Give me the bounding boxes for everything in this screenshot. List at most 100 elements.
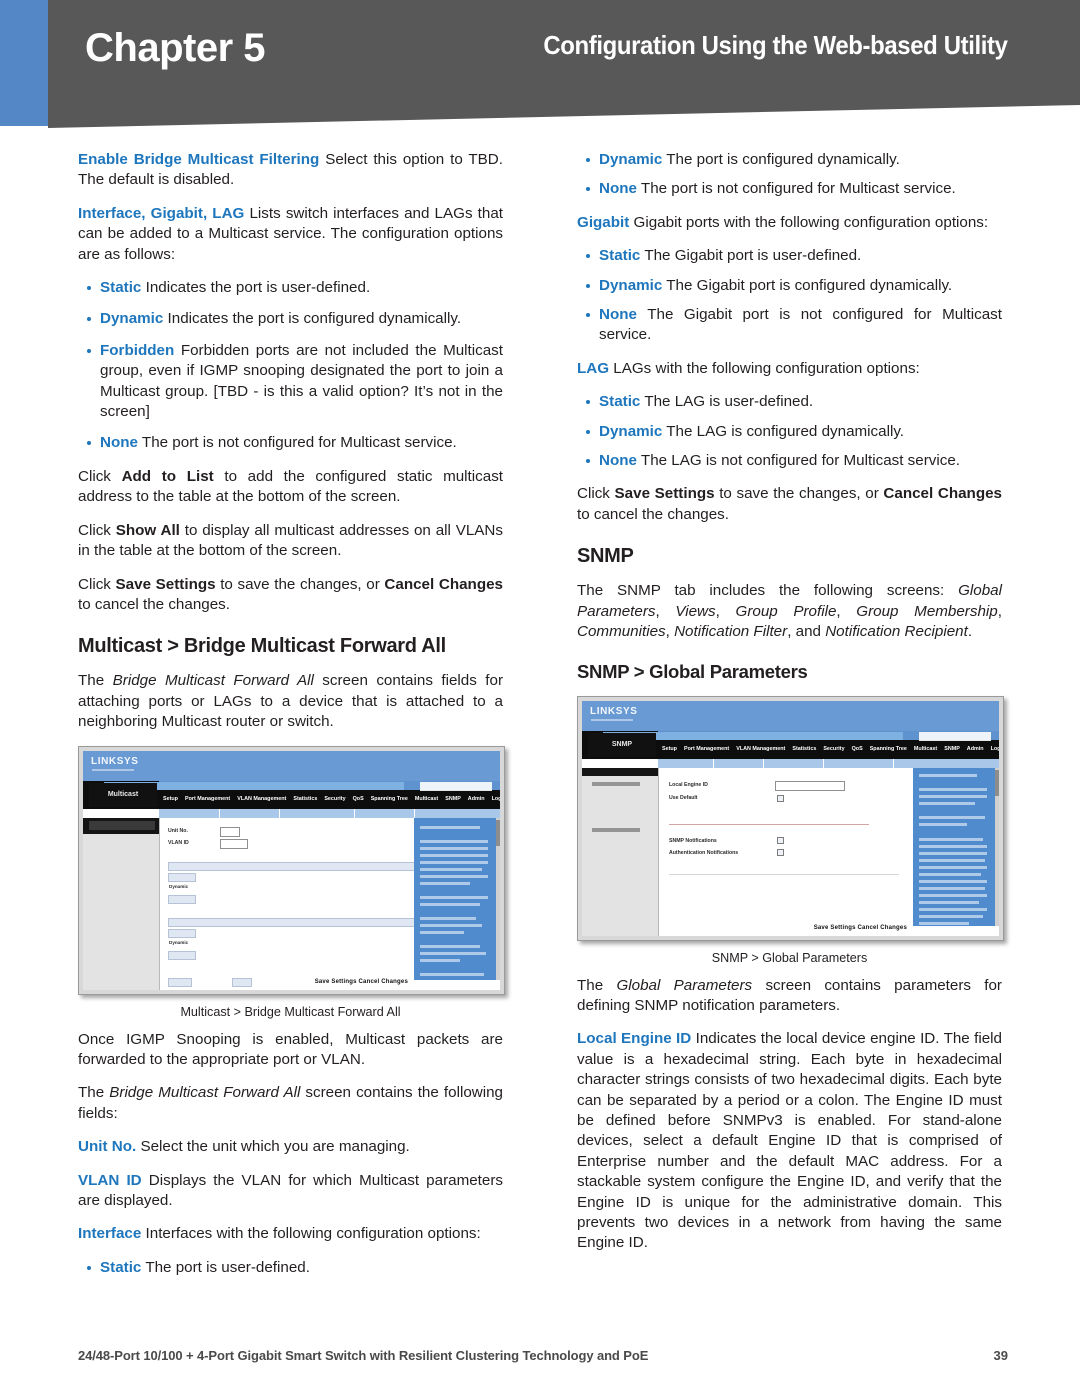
linksys-logo: LINKSYS [91,755,139,767]
menu-item[interactable]: Security [823,746,844,752]
screenshot-menu-strip[interactable]: Setup Port Management VLAN Management St… [163,791,500,807]
para-vlan-id: VLAN ID Displays the VLAN for which Mult… [78,1171,503,1212]
bullet-term-none: None [100,434,138,452]
screenshot-help-panel [913,767,996,926]
menu-item[interactable]: QoS [852,746,863,752]
menu-item[interactable]: Logout [991,746,999,752]
heading-multicast-bridge-multicast-forward-all: Multicast > Bridge Multicast Forward All [78,635,446,658]
list-item: None The port is not configured for Mult… [577,179,1002,199]
para-enable-bridge-multicast-filtering: Enable Bridge Multicast Filtering Select… [78,150,503,191]
menu-item[interactable]: Setup [662,746,677,752]
sidebar-item-bridge-multicast-forward-all[interactable] [83,817,159,834]
menu-item[interactable]: VLAN Management [736,746,785,752]
screenshot-sub-nav[interactable] [658,758,999,768]
para-click-save-cancel-left: Click Save Settings to save the changes,… [78,575,503,616]
para-interface-gigabit-lag: Interface, Gigabit, LAG Lists switch int… [78,204,503,265]
menu-item[interactable]: Spanning Tree [371,796,408,802]
bullet-text-gigabit-dynamic: The Gigabit port is configured dynamical… [666,276,953,294]
term-interface-gigabit-lag: Interface, Gigabit, LAG [78,204,245,222]
screenshot-help-panel [414,817,497,983]
snmp-notifications-checkbox[interactable] [777,836,784,844]
sep: . [967,623,973,641]
bullet-text-static: Indicates the port is user-defined. [145,279,371,297]
authentication-notifications-checkbox[interactable] [777,848,784,856]
screenshot-sidebar [83,817,159,990]
italic-group-membership: Group Membership [856,602,998,620]
screenshot-menu-strip[interactable]: Setup Port Management VLAN Management St… [662,741,999,757]
local-engine-id-input[interactable] [775,780,845,791]
text-the: The [78,1084,110,1102]
bullet-term-lag-dynamic: Dynamic [599,422,663,440]
bold-save-settings: Save Settings [115,575,216,593]
menu-item[interactable]: QoS [353,796,364,802]
menu-item[interactable]: Admin [967,746,984,752]
logo-underline [92,768,134,771]
menu-item[interactable]: SNMP [445,796,461,802]
text-snmp-intro-pre: The SNMP tab includes the following scre… [577,582,959,600]
use-default-checkbox[interactable] [777,794,784,802]
italic-communities: Communities [577,623,666,641]
menu-item[interactable]: Port Management [185,796,230,802]
text-click-prefix: Click [78,575,116,593]
screenshot-logout-chip[interactable] [919,731,991,741]
lag-label [232,977,252,987]
para-click-save-cancel-right: Click Save Settings to save the changes,… [577,484,1002,525]
list-item: Static Indicates the port is user-define… [78,278,503,298]
italic-notification-filter: Notification Filter [674,623,788,641]
chapter-header-banner: Chapter 5 Configuration Using the Web-ba… [0,0,1080,132]
para-click-show-all: Click Show All to display all multicast … [78,521,503,562]
menu-item[interactable]: Statistics [293,796,317,802]
screenshot-sub-nav[interactable] [159,808,500,818]
bullet-term-dynamic: Dynamic [100,310,164,328]
screenshot-viewport: LINKSYS SNMP Setup Port Management VLAN … [582,700,999,936]
bullet-term-static: Static [100,279,142,297]
screenshot-action-buttons[interactable]: Save Settings Cancel Changes [814,925,907,931]
menu-item[interactable]: SNMP [944,746,960,752]
screenshot-scrollbar[interactable] [496,817,500,980]
list-item: Dynamic The port is configured dynamical… [577,150,1002,170]
unit-no-select[interactable] [220,826,240,837]
logo-underline [591,718,633,721]
bullet-text-gigabit-static: The Gigabit port is user-defined. [644,247,862,265]
sidebar-sublabel [592,781,640,786]
sep: , [655,602,676,620]
menu-item[interactable]: Admin [468,796,485,802]
screenshot-scrollbar[interactable] [995,767,999,926]
para-contains-following-fields: The Bridge Multicast Forward All screen … [78,1083,503,1124]
menu-item[interactable]: Spanning Tree [870,746,907,752]
sidebar-item-global-parameters[interactable] [582,767,658,776]
bullet-text-none-port: The port is not configured for Multicast… [640,180,956,198]
bullet-term-gigabit-dynamic: Dynamic [599,276,663,294]
menu-item[interactable]: Multicast [914,746,937,752]
bullet-list-interface-options: Static Indicates the port is user-define… [78,278,503,454]
screenshot-brand-bar: LINKSYS [83,750,500,781]
chapter-section-title: Configuration Using the Web-based Utilit… [543,30,1009,60]
screenshot-action-buttons[interactable]: Save Settings Cancel Changes [315,979,408,985]
vlan-id-select[interactable] [220,838,248,849]
bullet-term-gigabit-static: Static [599,247,641,265]
menu-item[interactable]: Logout [492,796,500,802]
menu-item[interactable]: Statistics [792,746,816,752]
para-gigabit: Gigabit Gigabit ports with the following… [577,213,1002,233]
forbid-row-label-2 [168,950,196,960]
term-lag: LAG [577,359,610,377]
list-item: Static The port is user-defined. [78,1258,503,1278]
bold-cancel-changes: Cancel Changes [883,485,1003,503]
bold-show-all: Show All [115,521,180,539]
screenshot-viewport: LINKSYS Multicast Setup Port Management … [83,750,500,990]
menu-item[interactable]: Multicast [415,796,438,802]
section-divider-2 [669,873,899,875]
bullet-list-interface-static: Static The port is user-defined. [78,1258,503,1278]
screenshot-logout-chip[interactable] [420,781,492,791]
text-save-cancel-mid: to save the changes, or [714,485,884,503]
sidebar-item-notifications[interactable] [592,827,640,832]
bullet-text-lag-dynamic: The LAG is configured dynamically. [666,422,905,440]
list-item: None The port is not configured for Mult… [78,433,503,453]
menu-item[interactable]: Setup [163,796,178,802]
menu-item[interactable]: Port Management [684,746,729,752]
linksys-logo: LINKSYS [590,705,638,717]
screenshot-snmp-global-parameters: LINKSYS SNMP Setup Port Management VLAN … [577,695,1004,941]
text-save-cancel-post: to cancel the changes. [577,505,729,523]
menu-item[interactable]: Security [324,796,345,802]
menu-item[interactable]: VLAN Management [237,796,286,802]
